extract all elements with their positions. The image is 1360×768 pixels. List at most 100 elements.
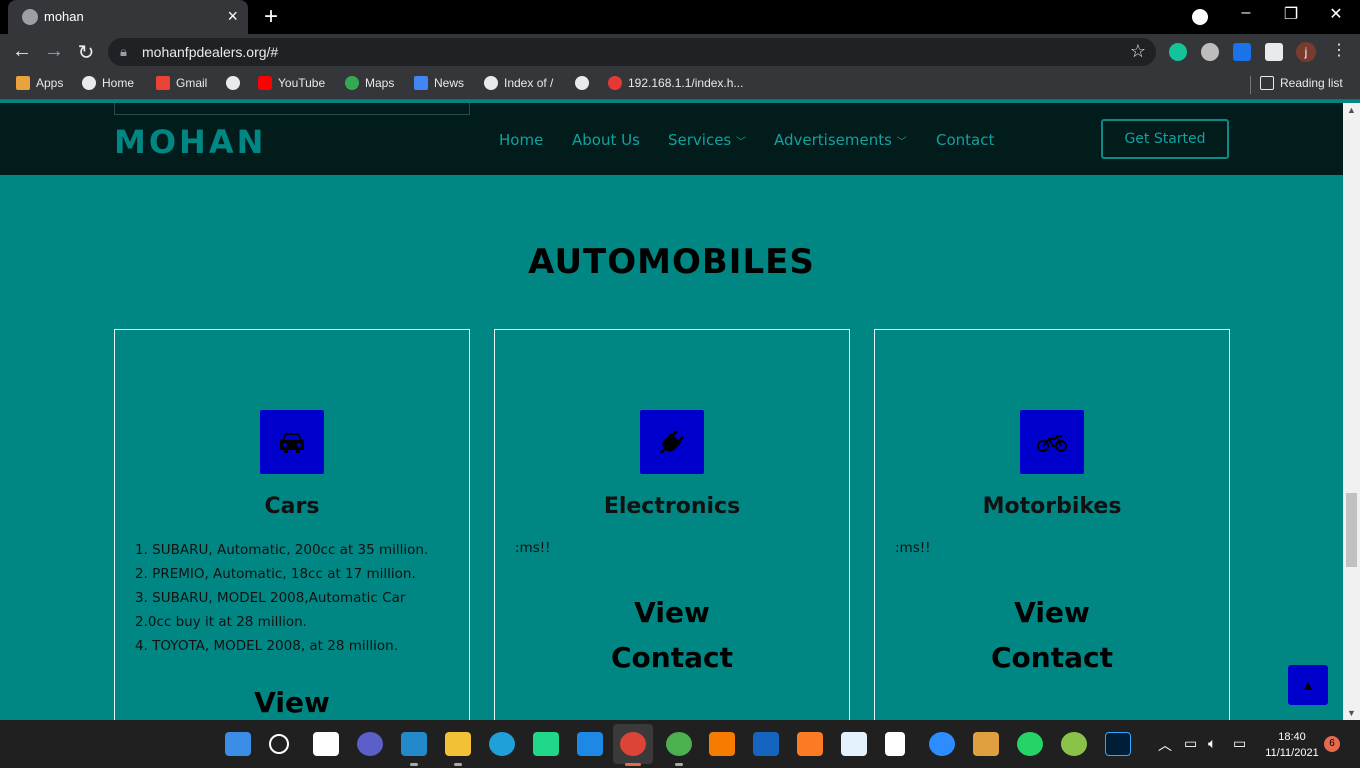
- back-to-top-button[interactable]: ▲: [1288, 665, 1328, 705]
- phone-link-icon[interactable]: [885, 732, 905, 756]
- address-bar[interactable]: 🔒︎ mohanfpdealers.org/# ☆: [108, 38, 1156, 66]
- bookmark-apps[interactable]: Apps: [16, 76, 63, 90]
- tab-title: mohan: [44, 9, 84, 24]
- puzzle-extensions-icon[interactable]: [1265, 43, 1283, 61]
- view-link[interactable]: View: [495, 596, 849, 629]
- typing-practice-icon[interactable]: [973, 732, 999, 756]
- back-arrow-icon[interactable]: ←: [10, 40, 34, 63]
- chrome-icon[interactable]: [620, 732, 646, 756]
- nav-services[interactable]: Services ﹀: [668, 131, 746, 149]
- windows-start-icon[interactable]: [225, 732, 251, 756]
- clock-date: 11/11/2021: [1265, 747, 1319, 759]
- site-logo[interactable]: MOHAN: [114, 123, 266, 161]
- windows-taskbar: ︿ ▭ 🔈︎ ▭ 18:40 11/11/2021 6: [0, 720, 1360, 768]
- whatsapp-icon[interactable]: [1017, 732, 1043, 756]
- scroll-down-icon[interactable]: ▼: [1347, 708, 1356, 718]
- router-icon: [608, 76, 622, 90]
- window-close-button[interactable]: ✕: [1316, 4, 1356, 24]
- volume-icon[interactable]: 🔈︎: [1208, 735, 1216, 752]
- browser-tab[interactable]: mohan ×: [8, 0, 248, 34]
- file-explorer-icon[interactable]: [445, 732, 471, 756]
- bookmark-maps[interactable]: Maps: [345, 76, 394, 90]
- bookmark-youtube[interactable]: YouTube: [258, 76, 325, 90]
- gmail-icon: [156, 76, 170, 90]
- lock-icon: 🔒︎: [120, 44, 127, 59]
- nav-home[interactable]: Home: [499, 131, 543, 149]
- reload-icon[interactable]: ↻: [74, 40, 98, 65]
- page-scrollbar[interactable]: ▲ ▼: [1343, 103, 1360, 720]
- vlc-icon[interactable]: [709, 732, 735, 756]
- bookmark-star-icon[interactable]: ☆: [1130, 41, 1146, 62]
- restore-button[interactable]: ❐: [1271, 4, 1311, 24]
- get-started-button[interactable]: Get Started: [1101, 119, 1229, 159]
- pycharm-icon[interactable]: [533, 732, 559, 756]
- card-title: Motorbikes: [982, 494, 1122, 519]
- card-title: Cars: [264, 494, 320, 519]
- task-view-icon[interactable]: [313, 732, 339, 756]
- extension-icon[interactable]: [1233, 43, 1251, 61]
- list-item: 3. SUBARU, MODEL 2008,Automatic Car 2.0c…: [135, 590, 406, 630]
- bookmark-index[interactable]: Index of /: [484, 76, 553, 90]
- photoshop-icon[interactable]: [1105, 732, 1131, 756]
- search-icon[interactable]: [269, 734, 289, 754]
- system-clock[interactable]: 18:40 11/11/2021: [1262, 729, 1322, 761]
- teams-chat-icon[interactable]: [357, 732, 383, 756]
- bookmark-unnamed[interactable]: [226, 76, 246, 90]
- grammarly-extension-icon[interactable]: [1169, 43, 1187, 61]
- battery-icon[interactable]: ▭: [1233, 735, 1246, 752]
- minimize-button[interactable]: –: [1226, 4, 1266, 22]
- card-text-fragment: :ms!!: [515, 540, 551, 556]
- tab-close-icon[interactable]: ×: [227, 6, 238, 27]
- display-icon[interactable]: ▭: [1184, 735, 1197, 752]
- tab-search-icon[interactable]: [1192, 9, 1208, 25]
- contact-link[interactable]: Contact: [875, 641, 1229, 674]
- app-icon[interactable]: [1061, 732, 1087, 756]
- bookmark-divider: [1250, 76, 1251, 94]
- view-link[interactable]: View: [115, 686, 469, 719]
- youtube-icon: [258, 76, 272, 90]
- nav-advertisements[interactable]: Advertisements ﹀: [774, 131, 907, 149]
- card-cars: Cars 1. SUBARU, Automatic, 200cc at 35 m…: [114, 329, 470, 729]
- bookmark-news[interactable]: News: [414, 76, 464, 90]
- xampp-icon[interactable]: [797, 732, 823, 756]
- browser-tab-bar: mohan × + – ❐ ✕: [0, 0, 1360, 34]
- motorbike-icon: [1020, 410, 1084, 474]
- globe-icon: [484, 76, 498, 90]
- view-link[interactable]: View: [875, 596, 1229, 629]
- chrome-profile-icon[interactable]: [666, 732, 692, 756]
- contact-link[interactable]: Contact: [495, 641, 849, 674]
- scrollbar-thumb[interactable]: [1346, 493, 1357, 567]
- network-app-icon[interactable]: [753, 732, 779, 756]
- notification-badge[interactable]: 6: [1324, 736, 1340, 752]
- app-window-icon[interactable]: [841, 732, 867, 756]
- globe-icon: [226, 76, 240, 90]
- card-motorbikes: Motorbikes :ms!! View Contact: [874, 329, 1230, 729]
- bookmark-unnamed[interactable]: [575, 76, 595, 90]
- bookmark-gmail[interactable]: Gmail: [156, 76, 207, 90]
- zoom-icon[interactable]: [929, 732, 955, 756]
- bookmark-router[interactable]: 192.168.1.1/index.h...: [608, 76, 743, 90]
- nav-contact[interactable]: Contact: [936, 131, 994, 149]
- running-indicator: [454, 763, 462, 766]
- card-text-fragment: :ms!!: [895, 540, 931, 556]
- extension-icon[interactable]: [1201, 43, 1219, 61]
- scroll-up-icon[interactable]: ▲: [1347, 105, 1356, 115]
- tray-chevron-up-icon[interactable]: ︿: [1158, 735, 1172, 755]
- menu-kebab-icon[interactable]: ⋮: [1327, 40, 1351, 60]
- new-tab-button[interactable]: +: [260, 3, 282, 31]
- section-title: AUTOMOBILES: [528, 242, 815, 282]
- flutter-icon[interactable]: [577, 732, 603, 756]
- reading-list-button[interactable]: Reading list: [1260, 76, 1343, 90]
- apps-grid-icon: [16, 76, 30, 90]
- profile-avatar[interactable]: j: [1296, 42, 1316, 62]
- dropdown-remnant: [114, 103, 470, 115]
- plug-icon: [640, 410, 704, 474]
- edge-icon[interactable]: [489, 732, 515, 756]
- nav-about[interactable]: About Us: [572, 131, 640, 149]
- forward-arrow-icon[interactable]: →: [42, 40, 66, 63]
- globe-icon: [82, 76, 96, 90]
- vscode-icon[interactable]: [401, 732, 427, 756]
- car-list: 1. SUBARU, Automatic, 200cc at 35 millio…: [135, 538, 445, 658]
- bookmark-home[interactable]: Home: [82, 76, 134, 90]
- chevron-down-icon: ﹀: [896, 137, 907, 148]
